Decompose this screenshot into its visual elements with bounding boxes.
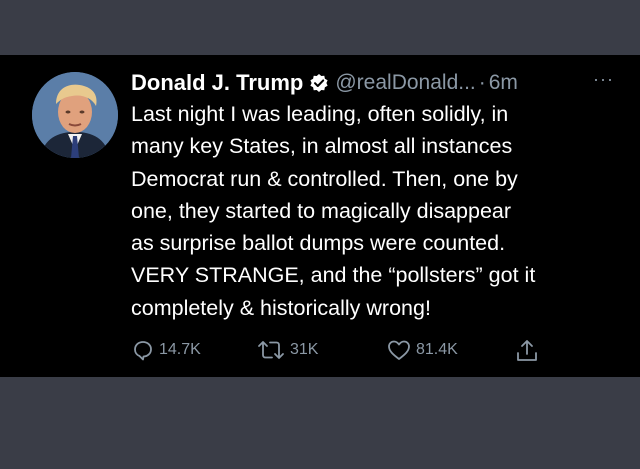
like-button[interactable]: 81.4K — [386, 338, 458, 362]
retweet-button[interactable]: 31K — [256, 338, 318, 362]
reply-button[interactable]: 14.7K — [131, 338, 201, 362]
tweet-actions: 14.7K 31K 81.4K — [131, 338, 551, 364]
separator-dot: · — [478, 71, 486, 94]
more-options-icon[interactable]: ··· — [593, 69, 614, 90]
heart-icon — [388, 340, 410, 360]
tweet-timestamp[interactable]: 6m — [489, 71, 518, 95]
tweet-card[interactable]: Donald J. Trump @realDonald... · 6m ··· … — [0, 55, 640, 377]
share-icon — [517, 340, 537, 361]
share-button[interactable] — [514, 338, 544, 364]
author-handle[interactable]: @realDonald... — [335, 71, 475, 95]
tweet-content: Donald J. Trump @realDonald... · 6m ··· … — [131, 69, 626, 324]
tweet-text: Last night I was leading, often solidly,… — [131, 98, 611, 324]
avatar[interactable] — [32, 72, 118, 158]
like-count: 81.4K — [416, 341, 458, 358]
tweet-text-line: one, they started to magically disappear — [131, 198, 512, 223]
retweet-count: 31K — [290, 341, 319, 358]
reply-icon — [134, 341, 152, 361]
verified-badge-icon — [309, 73, 329, 93]
tweet-text-line: Democrat run & controlled. Then, one by — [131, 166, 518, 191]
author-name[interactable]: Donald J. Trump — [131, 70, 303, 96]
reply-count: 14.7K — [159, 341, 201, 358]
retweet-icon — [258, 341, 284, 359]
tweet-text-line: many key States, in almost all instances — [131, 134, 513, 159]
tweet-text-line: VERY STRANGE, and the “pollsters” got it — [131, 263, 536, 288]
tweet-text-line: completely & historically wrong! — [131, 295, 431, 320]
avatar-portrait-image — [32, 72, 118, 158]
tweet-text-line: Last night I was leading, often solidly,… — [131, 102, 509, 126]
tweet-header: Donald J. Trump @realDonald... · 6m — [131, 69, 626, 97]
tweet-text-line: as surprise ballot dumps were counted. — [131, 231, 506, 256]
